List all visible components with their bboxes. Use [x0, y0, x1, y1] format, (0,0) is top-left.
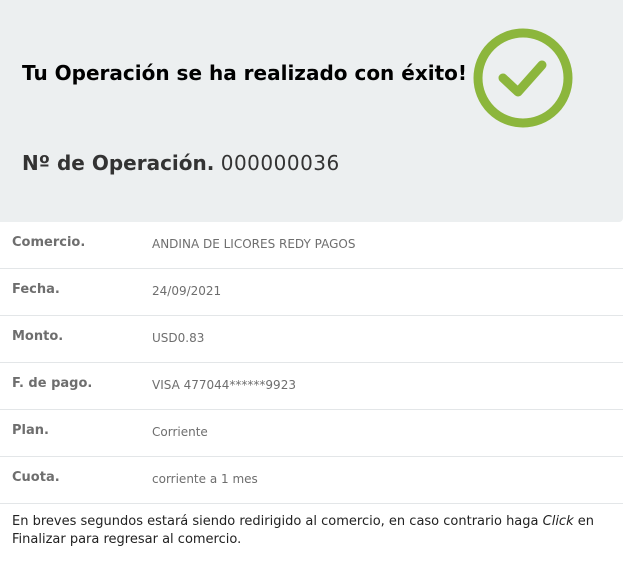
detail-label: Cuota. [12, 470, 60, 485]
detail-row-plan: Plan. Corriente [0, 410, 623, 457]
detail-value: ANDINA DE LICORES REDY PAGOS [152, 237, 356, 251]
detail-label: Monto. [12, 329, 64, 344]
detail-label: F. de pago. [12, 376, 93, 391]
redirect-notice-text-start: En breves segundos estará siendo redirig… [12, 514, 543, 529]
detail-value: USD0.83 [152, 331, 205, 345]
redirect-notice-click-word: Click [542, 514, 574, 529]
success-message: Tu Operación se ha realizado con éxito! [22, 61, 467, 85]
redirect-notice: En breves segundos estará siendo redirig… [12, 513, 612, 549]
operation-number-value: 000000036 [220, 151, 340, 175]
detail-value: 24/09/2021 [152, 284, 222, 298]
check-circle-icon [473, 28, 573, 128]
detail-row-forma-de-pago: F. de pago. VISA 477044******9923 [0, 363, 623, 410]
detail-label: Fecha. [12, 282, 60, 297]
operation-number: Nº de Operación. 000000036 [22, 151, 340, 175]
detail-label: Comercio. [12, 235, 86, 250]
detail-row-fecha: Fecha. 24/09/2021 [0, 269, 623, 316]
detail-row-comercio: Comercio. ANDINA DE LICORES REDY PAGOS [0, 222, 623, 269]
detail-value: VISA 477044******9923 [152, 378, 296, 392]
detail-row-cuota: Cuota. corriente a 1 mes [0, 457, 623, 504]
payment-confirmation-page: Tu Operación se ha realizado con éxito! … [0, 0, 627, 566]
detail-row-monto: Monto. USD0.83 [0, 316, 623, 363]
detail-value: Corriente [152, 425, 208, 439]
transaction-details: Comercio. ANDINA DE LICORES REDY PAGOS F… [0, 222, 623, 504]
success-panel: Tu Operación se ha realizado con éxito! … [0, 0, 623, 222]
detail-label: Plan. [12, 423, 49, 438]
operation-number-label: Nº de Operación. [22, 151, 215, 175]
detail-value: corriente a 1 mes [152, 472, 258, 486]
